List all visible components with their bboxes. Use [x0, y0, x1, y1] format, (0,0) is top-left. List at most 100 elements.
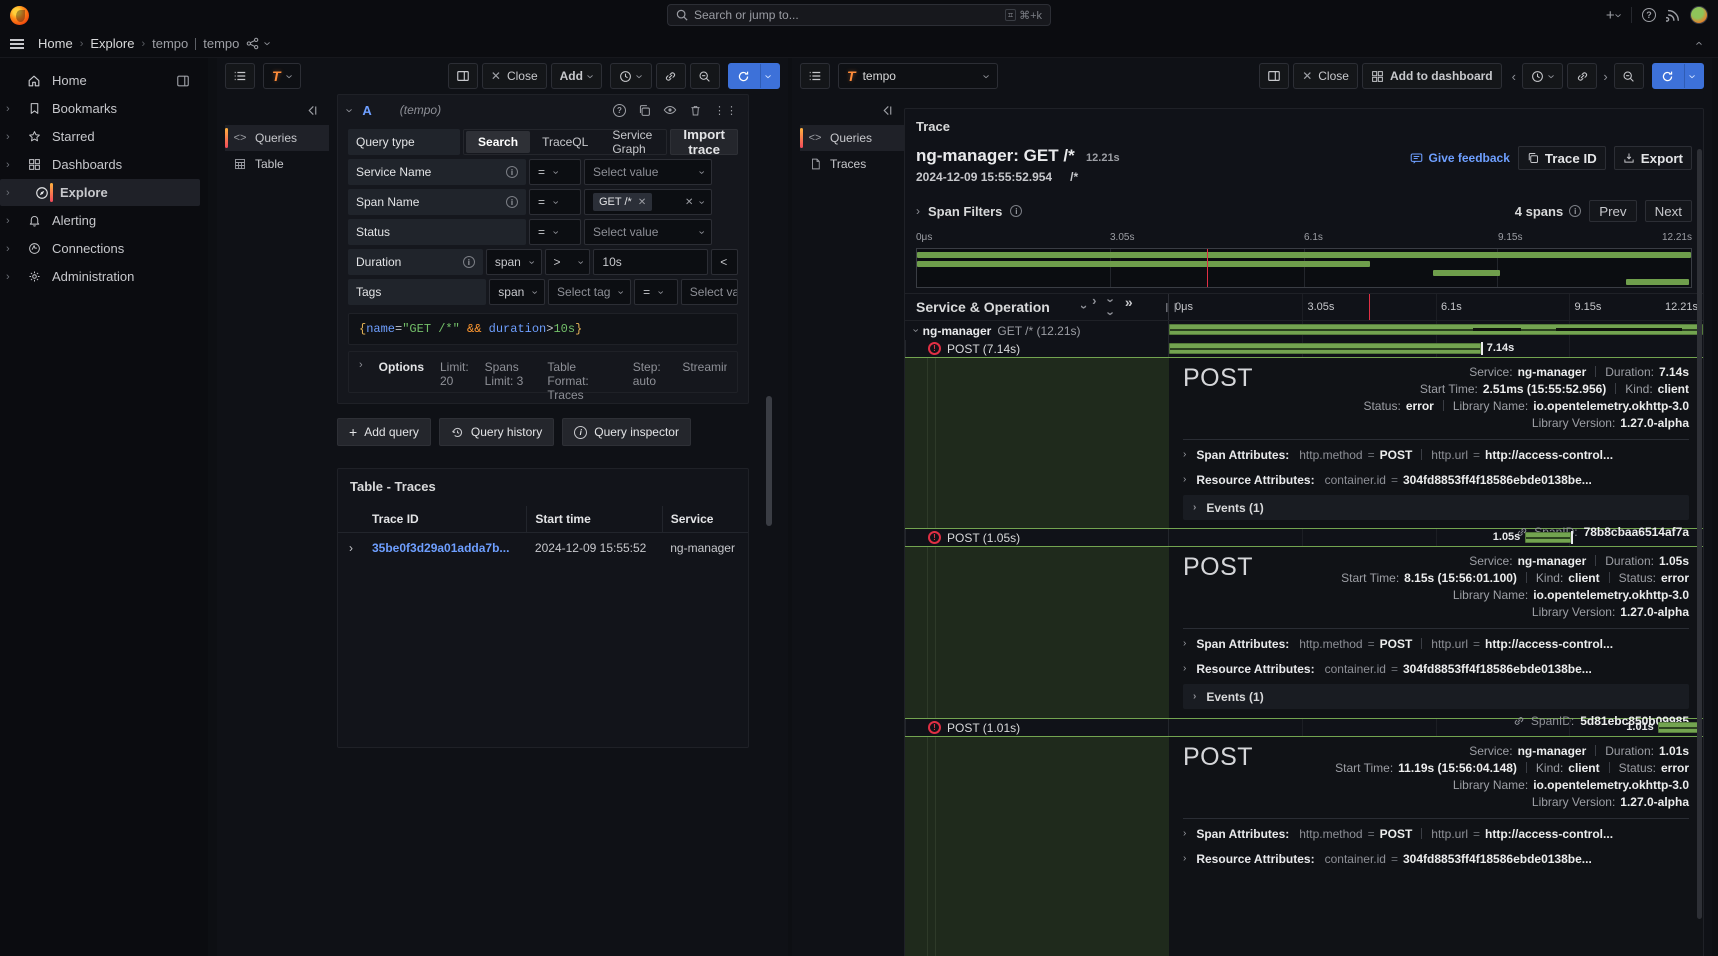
collapse-children-icon[interactable]: › [909, 329, 920, 333]
link-button[interactable] [656, 63, 686, 89]
resource-attributes-row[interactable]: › Resource Attributes: container.id=304f… [1183, 656, 1689, 681]
col-trace-id[interactable]: Trace ID [364, 506, 527, 533]
compact-view-icon[interactable] [225, 63, 255, 89]
split-view-button[interactable] [1259, 63, 1289, 89]
span-name-operator-select[interactable]: =› [529, 189, 581, 215]
span-bar[interactable] [1169, 343, 1481, 354]
sidebar-item-connections[interactable]: › Connections [0, 235, 200, 262]
collapse-query-icon[interactable]: › [344, 108, 357, 112]
events-row[interactable]: › Events (1) [1183, 495, 1689, 520]
expand-one-icon[interactable]: › [1092, 294, 1096, 320]
sidebar-item-explore[interactable]: › Explore [0, 179, 200, 206]
breadcrumb-home[interactable]: Home [38, 36, 73, 51]
close-pane-button[interactable]: ✕Close [482, 63, 547, 89]
zoom-out-button[interactable] [690, 63, 720, 89]
eye-icon[interactable] [663, 103, 677, 117]
menu-item-table[interactable]: Table [225, 151, 329, 177]
span-row-root[interactable]: › ng-managerGET /* (12.21s) [905, 321, 1703, 340]
trash-icon[interactable] [689, 104, 702, 117]
collapse-one-icon[interactable]: › [1065, 305, 1091, 309]
compact-view-icon[interactable] [800, 63, 830, 89]
duration-max-operator-select[interactable]: < [711, 249, 738, 275]
span-attributes-row[interactable]: › Span Attributes: http.method=POSThttp.… [1183, 631, 1689, 656]
service-name-value-select[interactable]: Select value› [584, 159, 712, 185]
filter-chip[interactable]: GET /*✕ [593, 193, 652, 211]
collapse-all-icon[interactable]: ›› [1109, 294, 1113, 320]
span-attributes-row[interactable]: › Span Attributes: http.method=POSThttp.… [1183, 821, 1689, 846]
add-button[interactable]: Add› [551, 63, 603, 89]
tags-scope-select[interactable]: span› [489, 279, 545, 305]
query-inspector-button[interactable]: iQuery inspector [562, 418, 691, 446]
chevron-right-icon[interactable]: › [6, 187, 16, 199]
dock-sidebar-icon[interactable] [176, 74, 190, 88]
help-circle-icon[interactable]: ? [613, 104, 626, 117]
menu-item-queries[interactable]: <> Queries [225, 125, 329, 151]
span-name-value-select[interactable]: GET /*✕ ✕ › [584, 189, 712, 215]
span-row[interactable]: !POST (1.01s) 1.01s [905, 719, 1703, 736]
status-operator-select[interactable]: =› [529, 219, 581, 245]
sidebar-item-home[interactable]: Home [0, 67, 200, 94]
chevron-down-icon[interactable]: › [262, 41, 275, 45]
clear-icon[interactable]: ✕ [685, 197, 693, 208]
span-row[interactable]: !POST (1.05s) 1.05s [905, 529, 1703, 546]
new-button[interactable]: +› [1606, 7, 1621, 24]
news-icon[interactable] [1666, 8, 1680, 22]
datasource-picker[interactable]: T › [263, 63, 301, 89]
give-feedback-link[interactable]: Give feedback [1410, 151, 1510, 165]
sidebar-item-alerting[interactable]: › Alerting [0, 207, 200, 234]
duration-scope-select[interactable]: span› [486, 249, 542, 275]
breadcrumb-item[interactable]: tempo [152, 36, 188, 51]
global-search-input[interactable]: Search or jump to... ⌗⌘+k [667, 4, 1051, 26]
chevron-right-icon[interactable]: › [6, 215, 16, 227]
tags-operator-select[interactable]: =› [634, 279, 678, 305]
time-picker-button[interactable]: › [1522, 63, 1563, 89]
chevron-right-icon[interactable]: › [6, 159, 16, 171]
col-start-time[interactable]: Start time [527, 506, 662, 533]
menu-toggle-icon[interactable] [10, 39, 24, 49]
expand-all-icon[interactable]: » [1125, 294, 1133, 320]
sidebar-item-administration[interactable]: › Administration [0, 263, 200, 290]
chevron-right-icon[interactable]: › [916, 205, 920, 217]
time-picker-button[interactable]: › [610, 63, 651, 89]
user-avatar[interactable] [1690, 6, 1708, 24]
chevron-right-icon[interactable]: › [6, 271, 16, 283]
col-service[interactable]: Service [662, 506, 748, 533]
resource-attributes-row[interactable]: › Resource Attributes: container.id=304f… [1183, 846, 1689, 871]
breadcrumb-subitem[interactable]: tempo [203, 36, 239, 51]
menu-item-queries[interactable]: <> Queries [800, 125, 904, 151]
trace-minimap[interactable] [916, 248, 1692, 288]
duration-operator-select[interactable]: >› [545, 249, 591, 275]
table-row[interactable]: › 35be0f3d29a01adda7b... 2024-12-09 15:5… [338, 533, 748, 564]
service-name-operator-select[interactable]: =› [529, 159, 581, 185]
trace-id-link[interactable]: 35be0f3d29a01adda7b... [372, 541, 509, 555]
remove-chip-icon[interactable]: ✕ [638, 197, 646, 208]
share-icon[interactable] [246, 37, 259, 50]
run-query-button[interactable]: › [1652, 63, 1704, 89]
scrollbar-thumb[interactable] [766, 396, 772, 526]
trace-id-button[interactable]: Trace ID [1518, 146, 1606, 170]
run-query-button[interactable]: › [728, 63, 780, 89]
span-attributes-row[interactable]: › Span Attributes: http.method=POSThttp.… [1183, 442, 1689, 467]
export-button[interactable]: Export [1614, 146, 1692, 170]
drag-handle-icon[interactable]: ⋮⋮ [714, 104, 738, 117]
sidebar-item-starred[interactable]: › Starred [0, 123, 200, 150]
collapse-header-icon[interactable]: › [1691, 41, 1704, 45]
tab-traceql[interactable]: TraceQL [530, 131, 600, 153]
duplicate-icon[interactable] [638, 104, 651, 117]
query-history-button[interactable]: Query history [439, 418, 554, 446]
chevron-left-icon[interactable]: ‹ [1510, 70, 1518, 83]
add-query-button[interactable]: +Add query [337, 418, 431, 446]
close-pane-button[interactable]: ✕Close [1293, 63, 1358, 89]
resource-attributes-row[interactable]: › Resource Attributes: container.id=304f… [1183, 467, 1689, 492]
chevron-right-icon[interactable]: › [1601, 70, 1609, 83]
grafana-logo-icon[interactable] [10, 6, 29, 25]
help-icon[interactable]: ? [1642, 8, 1656, 22]
expand-row-icon[interactable]: › [338, 533, 364, 564]
chevron-right-icon[interactable]: › [6, 131, 16, 143]
status-value-select[interactable]: Select value› [584, 219, 712, 245]
import-trace-button[interactable]: Import trace [670, 129, 738, 155]
chevron-right-icon[interactable]: › [6, 103, 16, 115]
datasource-picker[interactable]: T tempo › [838, 63, 998, 89]
chevron-right-icon[interactable]: › [6, 243, 16, 255]
add-to-dashboard-button[interactable]: Add to dashboard [1362, 63, 1502, 89]
